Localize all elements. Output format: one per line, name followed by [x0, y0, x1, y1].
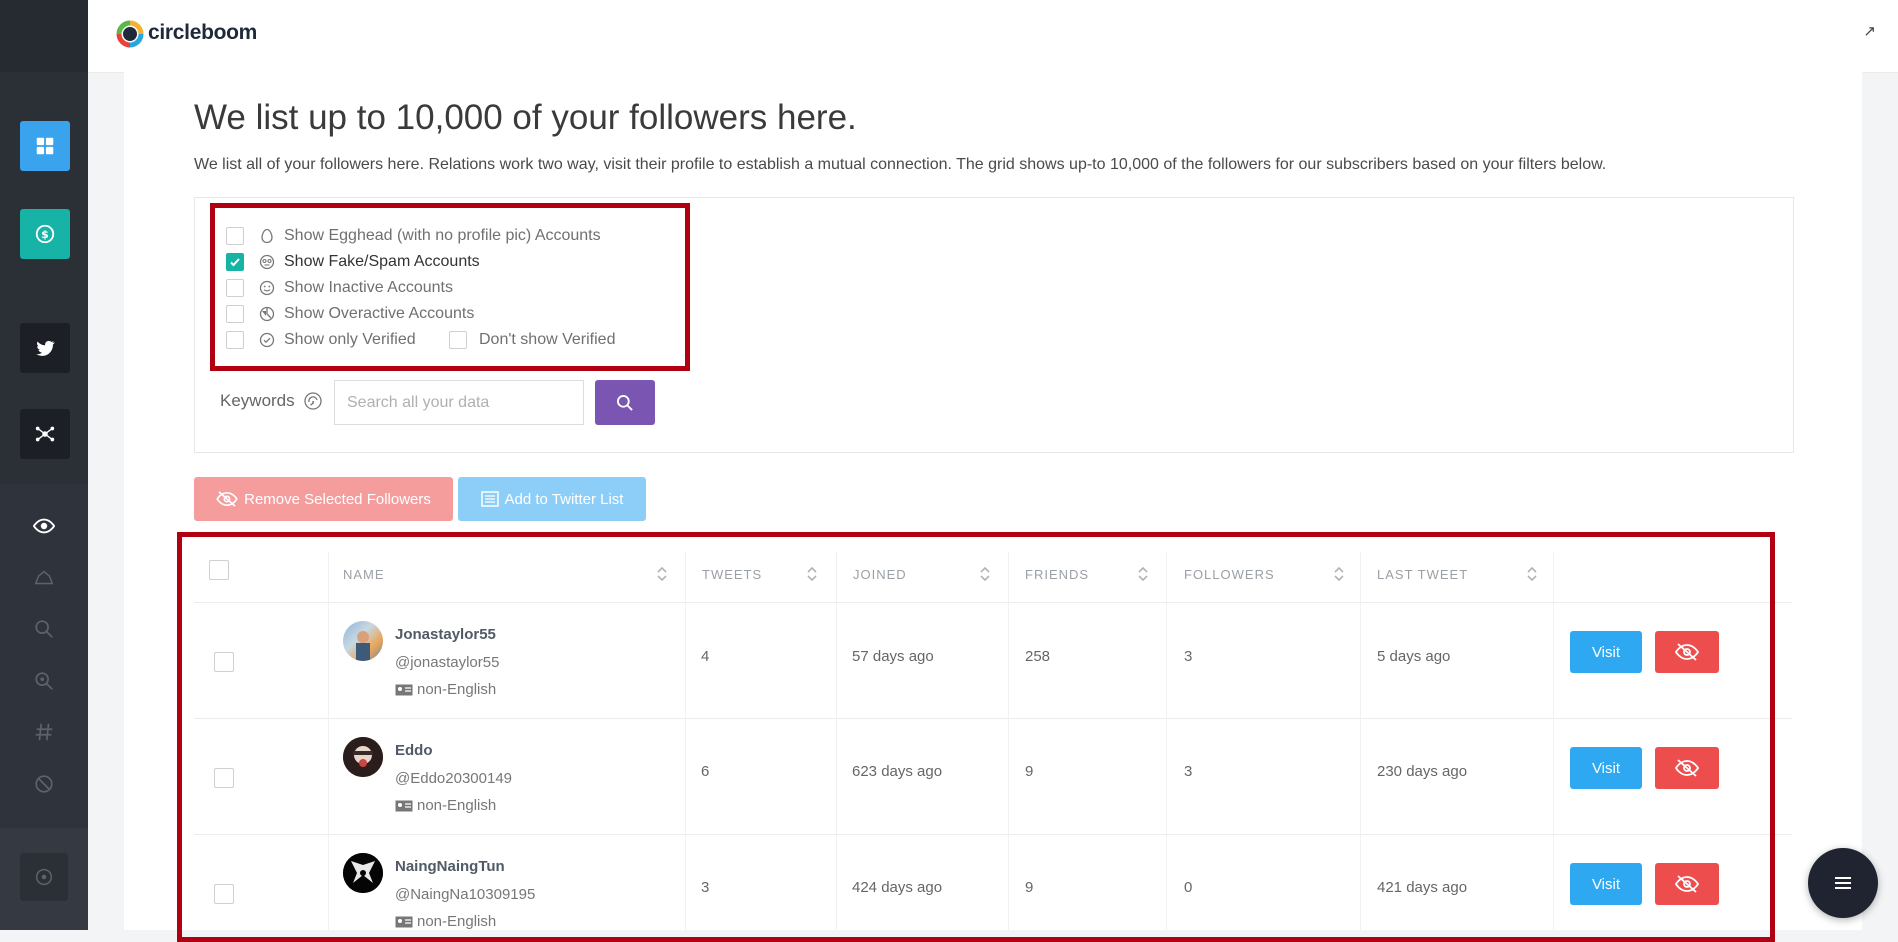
network-icon	[35, 426, 55, 442]
twitter-icon	[36, 340, 55, 356]
remove-selected-followers-button[interactable]: Remove Selected Followers	[194, 477, 453, 521]
expand-icon[interactable]: ↗	[1863, 22, 1876, 40]
add-to-twitter-list-button[interactable]: Add to Twitter List	[458, 477, 646, 521]
search-input[interactable]	[334, 380, 584, 425]
dollar-icon: $	[35, 224, 55, 244]
home-nav[interactable]	[28, 562, 60, 594]
settings-nav[interactable]	[20, 853, 68, 901]
brand-name: circleboom	[148, 21, 258, 44]
keywords-label-row: Keywords	[220, 391, 323, 411]
keywords-label: Keywords	[220, 391, 295, 410]
floating-menu-button[interactable]	[1808, 848, 1878, 918]
dashboard-button[interactable]	[20, 121, 70, 171]
eye-icon	[33, 518, 55, 534]
page-title: We list up to 10,000 of your followers h…	[194, 98, 857, 137]
search-location-nav[interactable]	[28, 665, 60, 697]
search-icon	[617, 394, 633, 411]
fingerprint-icon	[303, 392, 322, 410]
home-icon	[34, 570, 54, 585]
highlight-frame-table	[177, 532, 1775, 942]
twitter-button[interactable]	[20, 323, 70, 373]
block-nav[interactable]	[28, 768, 60, 800]
add-list-label: Add to Twitter List	[504, 490, 624, 508]
eye-slash-icon	[216, 491, 238, 507]
circle-dot-icon	[35, 868, 53, 886]
highlight-frame-filters	[210, 203, 690, 371]
hashtag-nav[interactable]	[28, 716, 60, 748]
search-nav[interactable]	[28, 613, 60, 645]
svg-text:$: $	[41, 228, 49, 241]
block-icon	[35, 775, 53, 793]
dashboard-icon	[36, 137, 54, 155]
top-bar	[88, 0, 1898, 73]
sidebar-top	[0, 0, 88, 72]
page-subtitle: We list all of your followers here. Rela…	[194, 156, 1607, 173]
sidebar: $	[0, 0, 88, 930]
menu-icon	[1835, 877, 1851, 889]
remove-selected-label: Remove Selected Followers	[244, 490, 431, 508]
search-button[interactable]	[595, 380, 655, 425]
pricing-button[interactable]: $	[20, 209, 70, 259]
list-icon	[480, 491, 499, 507]
search-location-icon	[35, 672, 53, 690]
search-icon	[35, 620, 53, 638]
network-button[interactable]	[20, 409, 70, 459]
hashtag-icon	[35, 723, 53, 741]
circleboom-logo-icon	[116, 20, 144, 48]
eye-nav[interactable]	[28, 510, 60, 542]
brand-logo[interactable]: circleboom	[116, 18, 257, 48]
